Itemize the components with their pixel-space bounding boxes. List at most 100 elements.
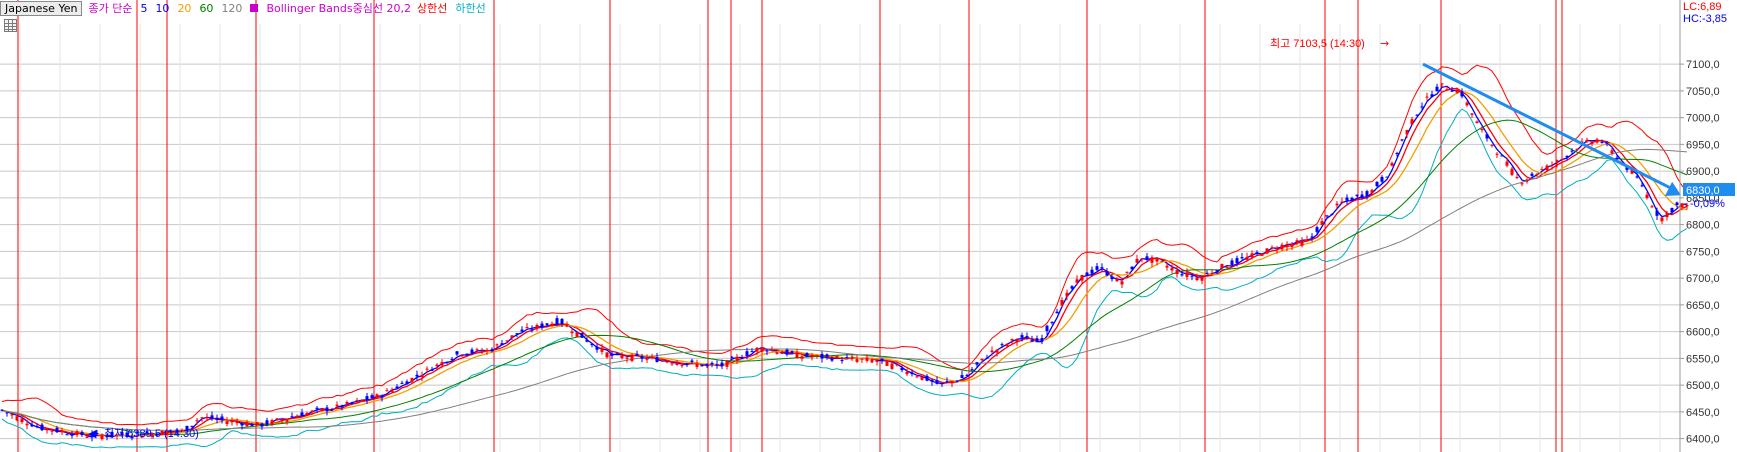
candle <box>435 364 439 367</box>
candle <box>265 420 269 425</box>
candle <box>1345 197 1349 201</box>
ma-20-line <box>1 91 1688 437</box>
y-tick-label: 6800,0 <box>1686 220 1720 232</box>
bb-lower-label: 하한선 <box>455 2 486 15</box>
candle <box>480 351 484 353</box>
candle <box>1150 257 1154 263</box>
candle <box>745 351 749 356</box>
candle <box>335 404 339 407</box>
candle <box>1575 148 1579 150</box>
candle <box>520 329 524 332</box>
candle <box>975 362 979 365</box>
candle <box>960 375 964 378</box>
candle <box>650 356 654 358</box>
candle <box>200 417 204 419</box>
candle <box>785 349 789 355</box>
candles <box>0 83 1689 442</box>
candle <box>1050 321 1054 323</box>
candle <box>1320 221 1324 225</box>
candle <box>1005 344 1009 346</box>
candle <box>935 380 939 384</box>
candle <box>330 409 334 411</box>
candle <box>235 422 239 424</box>
candle <box>1440 83 1444 85</box>
candle <box>1640 185 1644 187</box>
candle <box>1205 272 1209 274</box>
candle <box>645 357 649 360</box>
candle <box>655 357 659 362</box>
candle <box>1485 134 1489 139</box>
candle <box>300 412 304 417</box>
candle <box>1540 169 1544 171</box>
candle <box>1380 176 1384 182</box>
candle <box>215 417 219 420</box>
bollinger-upper <box>1 64 1688 426</box>
candle <box>1370 189 1374 194</box>
candle <box>325 407 329 412</box>
candle <box>625 357 629 359</box>
candle <box>30 424 34 427</box>
candle <box>1570 150 1574 152</box>
candle <box>305 412 309 415</box>
y-tick-label: 6750,0 <box>1686 246 1720 258</box>
low-annotation-arrow: ◀ <box>88 427 97 440</box>
candle <box>795 352 799 359</box>
last-price-label: 6830,0 <box>1686 185 1720 197</box>
ma-120-line <box>1 148 1688 431</box>
candle <box>1185 272 1189 277</box>
grid-lines <box>0 24 1680 452</box>
candle <box>1500 155 1504 157</box>
candle <box>1075 279 1079 283</box>
last-change-label: -0,09% <box>1690 198 1725 210</box>
candle <box>1425 96 1429 98</box>
candle <box>1115 278 1119 282</box>
candle <box>660 360 664 362</box>
price-chart[interactable]: 7100,07050,07000,06950,06900,06850,06800… <box>0 0 1737 452</box>
candle <box>680 365 684 367</box>
bb-upper-label: 상한선 <box>416 2 448 15</box>
candle <box>990 350 994 353</box>
candle <box>250 423 254 426</box>
candle <box>1665 213 1669 218</box>
candle <box>560 318 564 324</box>
candle <box>1595 139 1599 143</box>
ma5-label: 5 <box>140 1 148 15</box>
candle <box>1560 158 1564 160</box>
candle <box>60 430 64 433</box>
candle <box>965 374 969 376</box>
candle <box>805 353 809 357</box>
candle <box>1195 277 1199 281</box>
candle <box>855 359 859 362</box>
candle <box>1085 272 1089 276</box>
candle <box>790 351 794 354</box>
candle <box>255 422 259 425</box>
candle <box>1110 276 1114 280</box>
candle <box>25 423 29 426</box>
candle <box>230 420 234 423</box>
candle <box>1395 153 1399 155</box>
candle <box>910 372 914 375</box>
candle <box>1040 337 1044 342</box>
candle <box>1190 275 1194 277</box>
candle <box>865 357 869 361</box>
candle <box>1510 168 1514 175</box>
candle <box>725 360 729 367</box>
ma10-label: 10 <box>155 1 170 15</box>
candle <box>1255 252 1259 254</box>
trend-arrow-head <box>1664 181 1681 196</box>
data-table-icon[interactable] <box>4 19 17 32</box>
candle <box>1015 339 1019 343</box>
candle <box>545 323 549 326</box>
candle <box>1240 257 1244 259</box>
candle <box>1480 129 1484 131</box>
candle <box>1280 244 1284 250</box>
symbol-selector[interactable]: Japanese Yen <box>0 0 83 16</box>
candle <box>350 402 354 404</box>
candle <box>1235 258 1239 264</box>
candle <box>1105 271 1109 276</box>
candle <box>35 426 39 428</box>
candle <box>1475 121 1479 124</box>
candle <box>220 416 224 420</box>
candle <box>1455 89 1459 93</box>
candle <box>1365 191 1369 197</box>
